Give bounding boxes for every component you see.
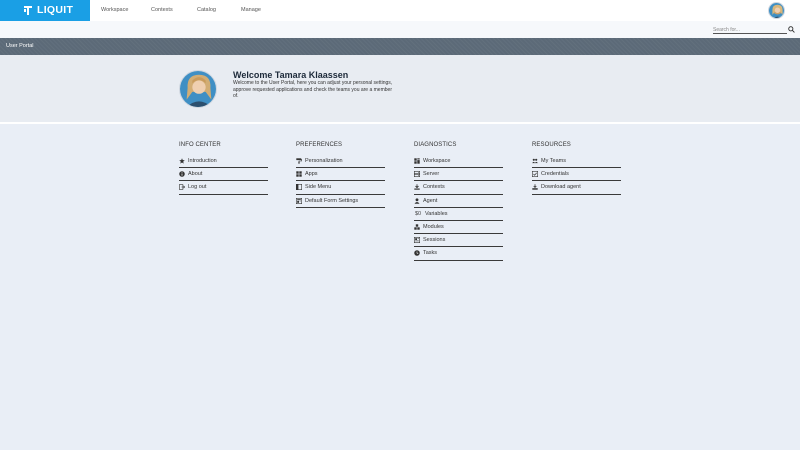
nav-catalog[interactable]: Catalog [197, 7, 216, 13]
info-icon [179, 171, 185, 178]
link-label: Apps [305, 171, 318, 178]
diagnostics-title: DIAGNOSTICS [414, 142, 457, 148]
contexts-icon [414, 184, 420, 191]
link-tasks[interactable]: Tasks [414, 247, 503, 261]
profile-avatar [179, 70, 217, 108]
link-label: Workspace [423, 158, 451, 165]
info-center-column: INFO CENTER Introduction About Log out [179, 142, 269, 195]
star-icon [179, 158, 185, 164]
grid-icon [296, 171, 302, 177]
link-label: Contexts [423, 184, 445, 191]
welcome-section [0, 55, 800, 122]
link-server[interactable]: Server [414, 168, 503, 182]
link-label: Variables [425, 210, 448, 217]
preferences-title: PREFERENCES [296, 142, 343, 148]
link-label: About [188, 171, 203, 178]
link-label: Download agent [541, 184, 581, 191]
link-variables[interactable]: $0 Variables [414, 208, 503, 221]
side-menu-icon [296, 184, 302, 191]
variables-icon: $0 [414, 210, 422, 217]
link-my-teams[interactable]: My Teams [532, 155, 621, 169]
nav-manage[interactable]: Manage [241, 7, 261, 13]
link-label: My Teams [541, 158, 566, 165]
paint-roller-icon [296, 158, 302, 164]
portal-header-bar: User Portal [0, 38, 800, 55]
link-label: Sessions [423, 237, 446, 244]
link-label: Default Form Settings [305, 197, 359, 204]
portal-title: User Portal [6, 43, 34, 49]
link-label: Modules [423, 224, 444, 231]
link-apps[interactable]: Apps [296, 168, 385, 182]
credentials-icon [532, 171, 538, 178]
link-label: Credentials [541, 171, 569, 178]
link-label: Log out [188, 184, 207, 191]
link-download-agent[interactable]: Download agent [532, 181, 621, 195]
workspace-icon [414, 158, 420, 164]
hero-divider [0, 122, 800, 124]
link-label: Tasks [423, 250, 438, 257]
info-center-title: INFO CENTER [179, 142, 221, 148]
form-settings-icon [296, 197, 302, 204]
server-icon [414, 171, 420, 178]
welcome-text: Welcome to the User Portal, here you can… [233, 80, 393, 99]
link-about[interactable]: About [179, 168, 268, 182]
link-contexts[interactable]: Contexts [414, 181, 503, 195]
brand-name: LIQUIT [37, 4, 74, 16]
link-credentials[interactable]: Credentials [532, 168, 621, 182]
link-modules[interactable]: Modules [414, 221, 503, 235]
link-label: Server [423, 171, 440, 178]
brand-logo[interactable]: LIQUIT [0, 0, 90, 21]
search-input[interactable] [713, 26, 787, 34]
sessions-icon [414, 237, 420, 244]
link-label: Personalization [305, 158, 343, 165]
link-label: Agent [423, 197, 438, 204]
tasks-icon [414, 250, 420, 257]
link-introduction[interactable]: Introduction [179, 155, 268, 169]
link-sessions[interactable]: Sessions [414, 234, 503, 248]
nav-contexts[interactable]: Contexts [151, 7, 173, 13]
diagnostics-column: DIAGNOSTICS Workspace Server Contexts Ag… [414, 142, 504, 261]
logout-icon [179, 184, 185, 191]
nav-workspace[interactable]: Workspace [101, 7, 128, 13]
search-bar-row [0, 21, 800, 38]
download-icon [532, 184, 538, 191]
top-bar: LIQUIT Workspace Contexts Catalog Manage [0, 0, 800, 21]
teams-icon [532, 158, 538, 164]
resources-title: RESOURCES [532, 142, 571, 148]
link-agent[interactable]: Agent [414, 195, 503, 208]
agent-icon [414, 198, 420, 204]
modules-icon [414, 224, 420, 230]
liquit-logo-icon [24, 6, 32, 15]
user-avatar[interactable] [768, 2, 785, 19]
link-log-out[interactable]: Log out [179, 181, 268, 195]
search-icon[interactable] [788, 26, 795, 33]
link-side-menu[interactable]: Side Menu [296, 181, 385, 195]
link-label: Introduction [188, 158, 217, 165]
welcome-title: Welcome Tamara Klaassen [233, 70, 349, 80]
link-label: Side Menu [305, 184, 332, 191]
preferences-column: PREFERENCES Personalization Apps Side Me… [296, 142, 386, 208]
link-personalization[interactable]: Personalization [296, 155, 385, 169]
link-workspace[interactable]: Workspace [414, 155, 503, 169]
resources-column: RESOURCES My Teams Credentials Download … [532, 142, 622, 195]
link-default-form-settings[interactable]: Default Form Settings [296, 195, 385, 208]
